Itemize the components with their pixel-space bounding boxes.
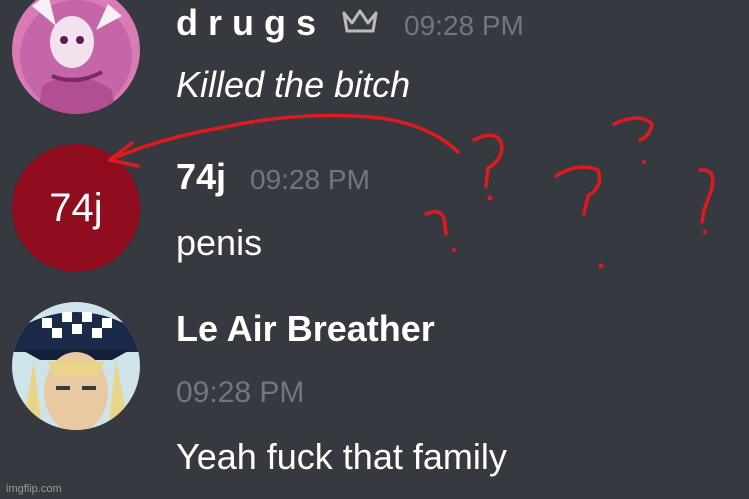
annotation-question-mark-4: [698, 168, 715, 224]
annotation-question-mark-2: [554, 165, 602, 216]
message-text-74j: penis: [176, 222, 263, 263]
timestamp-drugs: 09:28 PM: [404, 10, 524, 41]
imgflip-watermark: imgflip.com: [6, 483, 62, 495]
annotation-question-mark-1: [472, 133, 504, 188]
avatar-drugs[interactable]: [12, 0, 140, 114]
avatar-74j-text: 74j: [49, 185, 103, 230]
annotation-dot-5: [452, 248, 456, 252]
annotation-dot-4: [703, 230, 707, 234]
name-row-drugs: d r u g s 09:28 PM: [176, 2, 524, 44]
message-text-drugs: Killed the bitch: [176, 64, 411, 105]
username-74j[interactable]: 74j: [176, 156, 226, 198]
annotation-question-mark-3: [612, 116, 654, 142]
name-row-74j: 74j 09:28 PM: [176, 156, 370, 198]
annotation-question-mark-5: [424, 210, 448, 236]
avatar-74j[interactable]: 74j: [12, 144, 140, 272]
name-row-le-air-breather: Le Air Breather: [176, 308, 435, 350]
annotation-dot-2: [598, 263, 604, 269]
timestamp-74j: 09:28 PM: [250, 164, 370, 195]
message-text-le-air-breather: Yeah fuck that family: [176, 436, 507, 477]
username-drugs[interactable]: d r u g s: [176, 2, 316, 44]
username-le-air-breather[interactable]: Le Air Breather: [176, 308, 435, 350]
annotation-dot-3: [642, 160, 646, 164]
annotation-arrow-line: [108, 113, 460, 162]
avatar-le-air-breather-image: [12, 302, 140, 430]
timestamp-le-air-breather: 09:28 PM: [176, 376, 305, 409]
avatar-le-air-breather[interactable]: [12, 302, 140, 430]
annotation-dot-1: [487, 195, 493, 201]
crown-icon: [340, 7, 380, 35]
avatar-drugs-image: [12, 0, 140, 114]
